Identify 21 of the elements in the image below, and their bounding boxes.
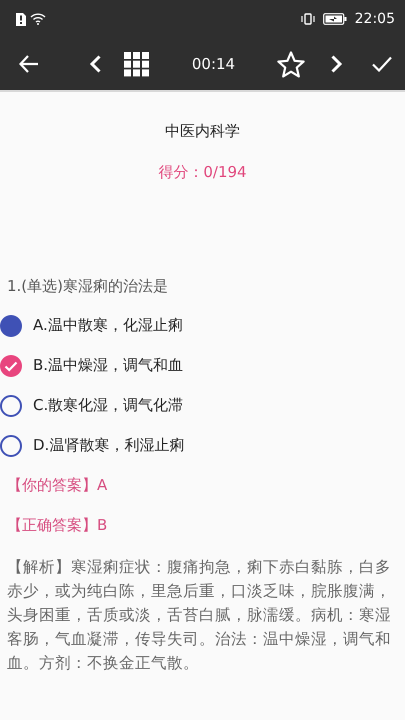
subject-title: 中医内科学 bbox=[164, 121, 241, 142]
answer-option[interactable]: C.散寒化湿，调气化滞 bbox=[0, 386, 405, 426]
analysis-text: 【解析】寒湿痢症状：腹痛拘急，痢下赤白黏胨，白多赤少，或为纯白陈，里急后重，口淡乏味，脘胀腹满，头身困重，舌质或淡，舌苔白腻，脉濡缓。病机：寒湿客肠，气血凝滞，传导失司。治法：温中燥湿，调气和血。方剂：不换金正气散。 bbox=[7, 556, 392, 674]
correct-answer-text: 【正确答案】B bbox=[7, 515, 108, 536]
answer-option[interactable]: D.温肾散寒，利湿止痢 bbox=[0, 426, 405, 466]
answer-option[interactable]: A.温中散寒，化湿止痢 bbox=[0, 306, 405, 346]
vibrate-icon bbox=[300, 13, 315, 25]
score-text: 得分：0/194 bbox=[157, 162, 248, 182]
answer-option[interactable]: B.温中燥湿，调气和血 bbox=[0, 346, 405, 386]
battery-icon bbox=[322, 13, 347, 25]
wifi-icon bbox=[30, 13, 46, 25]
grid-icon bbox=[124, 52, 150, 76]
chevron-left-icon bbox=[90, 55, 100, 73]
checkmark-icon bbox=[372, 56, 392, 72]
timer: 00:14 bbox=[190, 54, 236, 75]
status-time: 22:05 bbox=[354, 10, 395, 28]
chevron-right-icon bbox=[330, 55, 342, 73]
question-text: 1.(单选)寒湿痢的治法是 bbox=[7, 276, 170, 297]
sim-alert-icon bbox=[16, 12, 26, 26]
your-answer-text: 【你的答案】A bbox=[7, 474, 108, 496]
back-arrow-icon bbox=[19, 55, 39, 73]
